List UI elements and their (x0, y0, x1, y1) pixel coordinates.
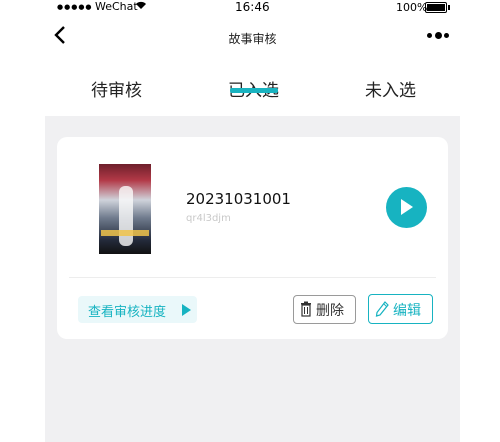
view-review-progress-label: 查看审核进度 (88, 305, 167, 320)
page-title: 故事审核 (228, 32, 277, 46)
more-dots-icon[interactable] (426, 30, 450, 42)
edit-label: 编辑 (393, 303, 421, 319)
tab-pending-review[interactable]: 待审核 (91, 76, 142, 101)
edit-button[interactable]: 编辑 (368, 294, 433, 324)
wifi-icon (135, 0, 147, 13)
tab-not-selected[interactable]: 未入选 (365, 76, 416, 101)
phone-screen: ●●●●● WeChat 16:46 100% 故事审核 待审核 已入选 未入选… (45, 0, 460, 442)
pencil-icon (375, 301, 389, 317)
story-card: 20231031001 qr4l3djm 查看审核进度 删除 编辑 (57, 137, 448, 339)
navigation-bar: 故事审核 (45, 18, 460, 62)
carrier-label: WeChat (95, 0, 138, 13)
story-subtitle: qr4l3djm (186, 213, 231, 224)
battery-icon (425, 2, 450, 13)
active-tab-indicator (230, 88, 278, 93)
trash-icon (300, 301, 312, 317)
view-review-progress-button[interactable]: 查看审核进度 (78, 296, 197, 323)
play-arrow-icon (182, 304, 191, 316)
story-cover-image[interactable] (99, 164, 151, 254)
status-time: 16:46 (235, 0, 270, 14)
card-divider (69, 277, 436, 278)
signal-icon: ●●●●● (57, 3, 93, 11)
play-icon (401, 199, 413, 215)
delete-button[interactable]: 删除 (293, 295, 356, 324)
battery-percentage: 100% (396, 1, 428, 14)
status-bar: ●●●●● WeChat 16:46 100% (45, 0, 460, 16)
delete-label: 删除 (316, 303, 344, 319)
story-id: 20231031001 (186, 190, 291, 208)
play-button[interactable] (386, 187, 427, 228)
